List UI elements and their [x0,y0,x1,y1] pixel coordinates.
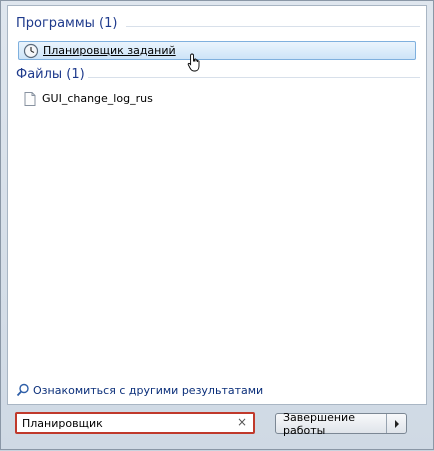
result-gui-change-log[interactable]: GUI_change_log_rus [18,89,416,108]
start-menu-bottom-bar: × Завершение работы [1,405,434,451]
search-input[interactable] [20,414,230,432]
result-task-scheduler-label: Планировщик заданий [43,44,176,57]
clear-search-icon[interactable]: × [237,415,247,429]
task-scheduler-clock-icon [23,43,39,59]
magnifier-icon [16,383,30,397]
search-box[interactable]: × [15,412,255,434]
files-divider [88,77,420,78]
shutdown-options-arrow-icon[interactable] [395,419,399,428]
shutdown-label: Завершение работы [283,410,355,437]
programs-divider [126,26,420,27]
text-file-icon [22,91,38,107]
files-header[interactable]: Файлы (1) [16,67,85,82]
see-more-results-label: Ознакомиться с другими результатами [33,383,264,397]
start-menu: Программы (1) Планировщик заданий Файлы … [0,0,434,450]
result-gui-change-log-label: GUI_change_log_rus [42,92,153,105]
programs-header[interactable]: Программы (1) [16,16,117,31]
shutdown-button[interactable]: Завершение работы [275,410,407,437]
search-results-panel: Программы (1) Планировщик заданий Файлы … [7,5,427,405]
see-more-results-link[interactable]: Ознакомиться с другими результатами [16,383,263,397]
shutdown-separator [386,414,387,433]
hand-cursor-icon [187,53,203,77]
result-task-scheduler[interactable]: Планировщик заданий [18,41,416,60]
